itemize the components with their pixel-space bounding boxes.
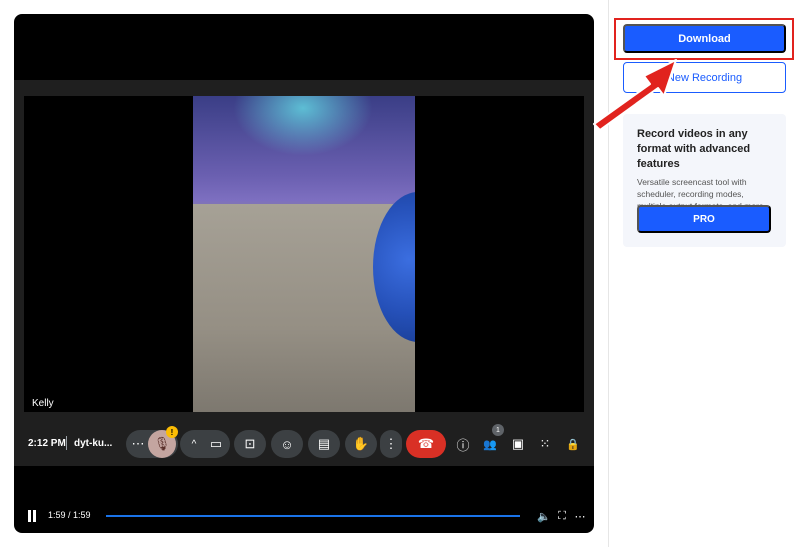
clock: 2:12 PM <box>28 438 66 449</box>
captions-icon[interactable]: ▤ <box>308 430 340 458</box>
participant-tile: Kelly <box>24 96 584 412</box>
pro-button[interactable]: PRO <box>637 205 771 233</box>
fullscreen-icon[interactable]: ⛶ <box>554 508 570 524</box>
mic-warning-badge: ! <box>166 426 178 438</box>
info-icon[interactable]: ⓘ <box>451 432 475 456</box>
progress-track[interactable] <box>106 515 520 517</box>
end-call-icon[interactable]: ☎ <box>406 430 446 458</box>
raise-hand-icon[interactable]: ✋ <box>345 430 377 458</box>
pause-icon[interactable] <box>26 510 38 522</box>
clock-separator <box>66 436 67 450</box>
progress-fill <box>106 515 520 517</box>
playback-bar: 1:59 / 1:59 🔈 ⛶ ⋯ <box>14 504 594 528</box>
new-recording-button[interactable]: New Recording <box>623 62 786 93</box>
chevron-up-icon[interactable]: ^ <box>182 432 206 456</box>
player-more-icon[interactable]: ⋯ <box>572 508 588 524</box>
participant-video <box>193 96 415 412</box>
meet-frame: Kelly 2:12 PM dyt-ku... ⋯ 🎙 ! ^ ▭ ⊡ ☺ ▤ … <box>14 80 594 466</box>
promo-title: Record videos in any format with advance… <box>637 128 751 170</box>
meeting-code: dyt-ku... <box>74 438 113 449</box>
present-icon[interactable]: ⊡ <box>234 430 266 458</box>
mic-options-icon[interactable]: ⋯ <box>126 432 150 456</box>
sidebar-divider <box>608 0 609 547</box>
feed-glow <box>233 96 373 156</box>
time-display: 1:59 / 1:59 <box>48 510 91 520</box>
pro-promo-card: Record videos in any format with advance… <box>623 114 786 247</box>
chat-icon[interactable]: ▣ <box>506 432 530 456</box>
emoji-icon[interactable]: ☺ <box>271 430 303 458</box>
host-controls-icon[interactable]: 🔒 <box>561 432 585 456</box>
video-player[interactable]: Kelly 2:12 PM dyt-ku... ⋯ 🎙 ! ^ ▭ ⊡ ☺ ▤ … <box>14 14 594 533</box>
participant-name: Kelly <box>32 398 54 409</box>
download-highlight <box>614 18 794 60</box>
people-count-badge: 1 <box>492 424 504 436</box>
activities-icon[interactable]: ⁙ <box>533 432 557 456</box>
camera-icon[interactable]: ▭ <box>204 432 228 456</box>
volume-icon[interactable]: 🔈 <box>536 508 552 524</box>
meet-control-bar: 2:12 PM dyt-ku... ⋯ 🎙 ! ^ ▭ ⊡ ☺ ▤ ✋ ⋮ ☎ … <box>14 424 594 462</box>
more-vert-icon[interactable]: ⋮ <box>380 430 402 458</box>
